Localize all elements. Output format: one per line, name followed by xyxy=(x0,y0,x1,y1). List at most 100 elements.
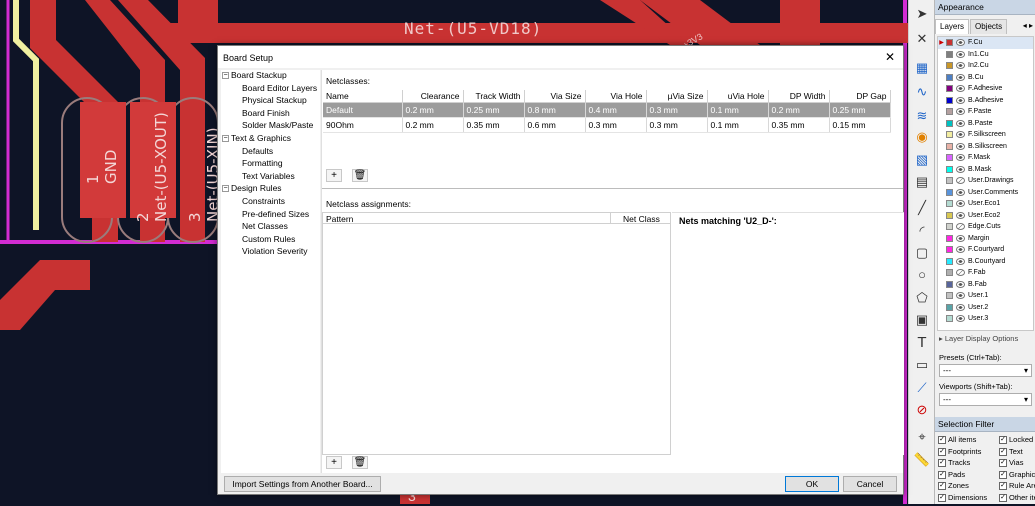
column-header[interactable]: Name xyxy=(323,90,403,103)
presets-dropdown[interactable]: --- xyxy=(939,364,1032,377)
table-row[interactable]: 90Ohm 0.2 mm 0.35 mm 0.6 mm 0.3 mm 0.3 mm 0.1 … xyxy=(323,117,891,133)
tab-scroll-arrows[interactable]: ◂ ▸ xyxy=(1023,21,1033,30)
eye-icon[interactable] xyxy=(956,292,965,300)
table-cell[interactable]: 0.1 mm xyxy=(707,117,769,133)
table-cell[interactable]: 0.35 mm xyxy=(463,117,525,133)
arc-icon[interactable]: ◜ xyxy=(913,221,931,239)
dimension-icon[interactable]: ⟋ xyxy=(913,378,931,396)
eye-icon[interactable] xyxy=(956,211,965,219)
eye-icon[interactable] xyxy=(956,39,965,47)
tree-item[interactable]: − Board Stackup xyxy=(221,70,320,83)
table-cell[interactable]: 0.35 mm xyxy=(768,117,830,133)
ok-button[interactable]: OK xyxy=(785,476,839,492)
tree-item[interactable]: Formatting xyxy=(221,158,320,171)
layer-color-swatch[interactable] xyxy=(946,200,953,208)
table-cell[interactable]: 0.25 mm xyxy=(463,102,525,118)
layer-color-swatch[interactable] xyxy=(946,246,953,254)
table-row[interactable]: Default 0.2 mm 0.25 mm 0.8 mm 0.4 mm 0.3 mm 0.… xyxy=(323,102,891,118)
column-header[interactable]: uVia Hole xyxy=(707,90,769,103)
delete-icon[interactable]: ⊘ xyxy=(913,400,931,418)
tab-objects[interactable]: Objects xyxy=(970,19,1008,34)
table-cell[interactable]: 0.2 mm xyxy=(402,117,464,133)
tab-layers[interactable]: Layers xyxy=(935,19,970,34)
eye-icon[interactable] xyxy=(956,108,965,116)
tree-item[interactable]: Custom Rules xyxy=(221,234,320,247)
checkbox-icon[interactable]: ✓ xyxy=(999,470,1007,479)
layer-row[interactable]: User.Comments xyxy=(938,187,1033,199)
table-cell[interactable]: 0.2 mm xyxy=(768,102,830,118)
netclasses-table[interactable]: Name Clearance Track Width Via Size Via Hole… xyxy=(323,90,891,133)
tree-item[interactable]: Solder Mask/Paste xyxy=(221,120,320,133)
checkbox-icon[interactable]: ✓ xyxy=(938,493,946,502)
eye-icon[interactable] xyxy=(956,165,965,173)
layer-row[interactable]: Edge.Cuts xyxy=(938,221,1033,233)
rectangle-icon[interactable]: ▢ xyxy=(913,243,931,261)
import-settings-button[interactable]: Import Settings from Another Board... xyxy=(224,476,381,492)
eye-icon[interactable] xyxy=(956,73,965,81)
layer-color-swatch[interactable] xyxy=(946,257,953,265)
eye-icon[interactable] xyxy=(956,119,965,127)
layers-list[interactable]: ▶ F.Cu In1.Cu In2.Cu B.Cu F.Adhesive B.Adhesiv… xyxy=(937,36,1034,331)
layer-row[interactable]: User.3 xyxy=(938,313,1033,325)
column-header[interactable]: µVia Size xyxy=(646,90,708,103)
layer-color-swatch[interactable] xyxy=(946,50,953,58)
tree-item[interactable]: − Design Rules xyxy=(221,183,320,196)
layer-color-swatch[interactable] xyxy=(946,177,953,185)
column-header[interactable]: Clearance xyxy=(402,90,464,103)
layer-color-swatch[interactable] xyxy=(946,280,953,288)
checkbox-icon[interactable]: ✓ xyxy=(938,447,946,456)
layer-row[interactable]: User.Eco1 xyxy=(938,198,1033,210)
eye-icon[interactable] xyxy=(956,131,965,139)
column-header[interactable]: Track Width xyxy=(463,90,525,103)
add-assignment-button[interactable]: + xyxy=(326,456,342,469)
column-header[interactable]: Via Hole xyxy=(585,90,647,103)
filter-checkbox[interactable]: ✓Graphics xyxy=(999,470,1035,482)
layer-row[interactable]: Margin xyxy=(938,233,1033,245)
eye-icon[interactable] xyxy=(956,280,965,288)
layer-row[interactable]: User.Drawings xyxy=(938,175,1033,187)
tree-item[interactable]: Net Classes xyxy=(221,221,320,234)
eye-icon[interactable] xyxy=(956,85,965,93)
layer-color-swatch[interactable] xyxy=(946,96,953,104)
layer-color-swatch[interactable] xyxy=(946,119,953,127)
tree-item[interactable]: Text Variables xyxy=(221,171,320,184)
checkbox-icon[interactable]: ✓ xyxy=(999,436,1007,445)
checkbox-icon[interactable]: ✓ xyxy=(999,447,1007,456)
eye-icon[interactable] xyxy=(956,303,965,311)
checkbox-icon[interactable]: ✓ xyxy=(938,459,946,468)
filter-checkbox[interactable]: ✓ Locked xyxy=(999,435,1035,447)
layer-row[interactable]: F.Adhesive xyxy=(938,83,1033,95)
collapse-icon[interactable]: − xyxy=(222,185,229,193)
layer-row[interactable]: B.Mask xyxy=(938,164,1033,176)
table-cell[interactable]: 0.1 mm xyxy=(707,102,769,118)
eye-hidden-icon[interactable] xyxy=(956,177,965,185)
filter-checkbox[interactable]: ✓ Pads xyxy=(938,470,987,482)
route-track-icon[interactable]: ∿ xyxy=(913,82,931,100)
route-diff-icon[interactable]: ≋ xyxy=(913,106,931,124)
circle-icon[interactable]: ○ xyxy=(913,265,931,283)
layer-color-swatch[interactable] xyxy=(946,292,953,300)
setup-tree[interactable]: − Board Stackup Board Editor Layers Physica… xyxy=(221,70,320,473)
tree-item[interactable]: Physical Stackup xyxy=(221,95,320,108)
tree-item[interactable]: Pre-defined Sizes xyxy=(221,209,320,222)
layer-color-swatch[interactable] xyxy=(946,62,953,70)
line-icon[interactable]: ╱ xyxy=(913,198,931,216)
layer-row[interactable]: F.Mask xyxy=(938,152,1033,164)
table-cell[interactable]: Default xyxy=(323,102,403,118)
table-cell[interactable]: 0.3 mm xyxy=(646,117,708,133)
tree-item[interactable]: Constraints xyxy=(221,196,320,209)
anchor-icon[interactable]: ⌖ xyxy=(913,427,931,445)
tree-item[interactable]: − Text & Graphics xyxy=(221,133,320,146)
measure-icon[interactable]: 📏 xyxy=(913,450,931,468)
layer-row[interactable]: B.Silkscreen xyxy=(938,141,1033,153)
layer-row[interactable]: In1.Cu xyxy=(938,49,1033,61)
layer-row[interactable]: B.Fab xyxy=(938,279,1033,291)
cancel-button[interactable]: Cancel xyxy=(843,476,897,492)
netclass-assignments-table[interactable]: Pattern Net Class xyxy=(322,212,671,455)
layer-row[interactable]: B.Courtyard xyxy=(938,256,1033,268)
image-icon[interactable]: ▣ xyxy=(913,310,931,328)
select-arrow-icon[interactable]: ➤ xyxy=(913,4,931,22)
viewports-dropdown[interactable]: --- xyxy=(939,393,1032,406)
checkbox-icon[interactable]: ✓ xyxy=(938,436,946,445)
collapse-icon[interactable]: − xyxy=(222,72,229,79)
